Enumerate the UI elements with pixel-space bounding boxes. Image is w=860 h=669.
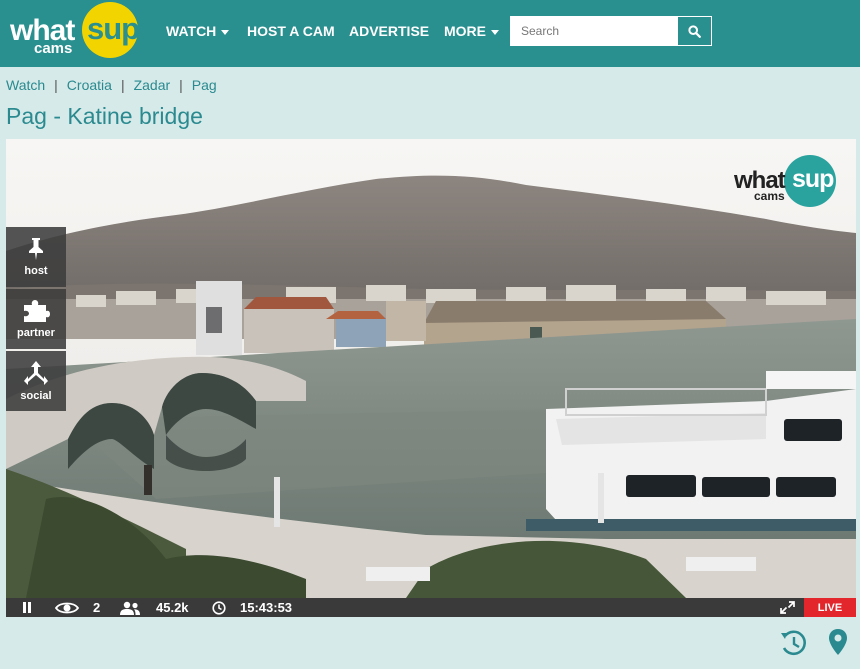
page-title: Pag - Katine bridge bbox=[6, 103, 203, 129]
cam-watermark-logo: what sup cams bbox=[732, 153, 842, 207]
pin-icon bbox=[29, 238, 43, 260]
breadcrumb-separator: | bbox=[179, 77, 183, 93]
breadcrumb-separator: | bbox=[54, 77, 58, 93]
webcam-image bbox=[6, 139, 856, 598]
clock-icon bbox=[212, 600, 226, 615]
nav-host-label: HOST A CAM bbox=[247, 23, 335, 39]
eye-icon bbox=[55, 602, 79, 613]
nav-advertise-label: ADVERTISE bbox=[349, 23, 430, 39]
nav-more-label: MORE bbox=[444, 23, 486, 39]
users-icon bbox=[120, 601, 140, 615]
breadcrumb-zadar[interactable]: Zadar bbox=[134, 77, 171, 93]
side-panel: host partner social bbox=[6, 227, 66, 413]
total-views-count: 45.2k bbox=[156, 600, 189, 615]
logo-cams-text: cams bbox=[34, 40, 73, 57]
cam-logo-cams: cams bbox=[754, 189, 785, 203]
local-time: 15:43:53 bbox=[212, 598, 292, 617]
breadcrumb: Watch | Croatia | Zadar | Pag bbox=[6, 77, 217, 93]
social-button[interactable]: social bbox=[6, 351, 66, 411]
breadcrumb-croatia[interactable]: Croatia bbox=[67, 77, 112, 93]
fullscreen-button[interactable] bbox=[780, 598, 795, 617]
timelapse-button[interactable] bbox=[780, 628, 808, 663]
search-input[interactable] bbox=[510, 16, 678, 46]
fullscreen-icon bbox=[780, 601, 795, 614]
host-button[interactable]: host bbox=[6, 227, 66, 287]
location-button[interactable] bbox=[828, 628, 848, 661]
chevron-down-icon bbox=[221, 29, 230, 35]
social-label: social bbox=[20, 390, 52, 402]
partner-button[interactable]: partner bbox=[6, 289, 66, 349]
search-box bbox=[510, 16, 712, 46]
webcam-player[interactable]: what sup cams host partner social 2 45.2… bbox=[6, 139, 856, 617]
pause-button[interactable] bbox=[22, 598, 32, 617]
live-badge[interactable]: LIVE bbox=[804, 598, 856, 617]
cam-logo-sup: sup bbox=[792, 165, 834, 193]
partner-label: partner bbox=[17, 327, 55, 339]
host-label: host bbox=[24, 265, 48, 277]
search-icon bbox=[688, 24, 701, 38]
local-time-value: 15:43:53 bbox=[240, 600, 293, 615]
puzzle-icon bbox=[24, 300, 50, 322]
pause-icon bbox=[23, 602, 31, 613]
whatsup-cams-logo[interactable]: what sup cams bbox=[10, 2, 140, 62]
nav-watch[interactable]: WATCH bbox=[166, 23, 230, 39]
nav-watch-label: WATCH bbox=[166, 23, 217, 39]
total-views-counter: 45.2k bbox=[119, 598, 189, 617]
nav-advertise[interactable]: ADVERTISE bbox=[349, 23, 429, 39]
player-control-bar: 2 45.2k 15:43:53 LIVE bbox=[6, 598, 856, 617]
nav-more[interactable]: MORE bbox=[444, 23, 499, 39]
breadcrumb-pag[interactable]: Pag bbox=[192, 77, 217, 93]
nav-host-a-cam[interactable]: HOST A CAM bbox=[247, 23, 335, 39]
share-arrows-icon bbox=[24, 361, 48, 385]
chevron-down-icon bbox=[491, 29, 499, 35]
breadcrumb-separator: | bbox=[120, 77, 125, 93]
viewers-counter: 2 bbox=[55, 598, 100, 617]
map-pin-icon bbox=[829, 629, 847, 655]
top-navbar: what sup cams WATCH HOST A CAM ADVERTISE… bbox=[0, 0, 860, 67]
breadcrumb-watch[interactable]: Watch bbox=[6, 77, 45, 93]
search-button[interactable] bbox=[677, 16, 712, 46]
viewers-count: 2 bbox=[93, 600, 101, 615]
logo-sup-text: sup bbox=[87, 11, 140, 46]
history-clock-icon bbox=[781, 630, 806, 656]
